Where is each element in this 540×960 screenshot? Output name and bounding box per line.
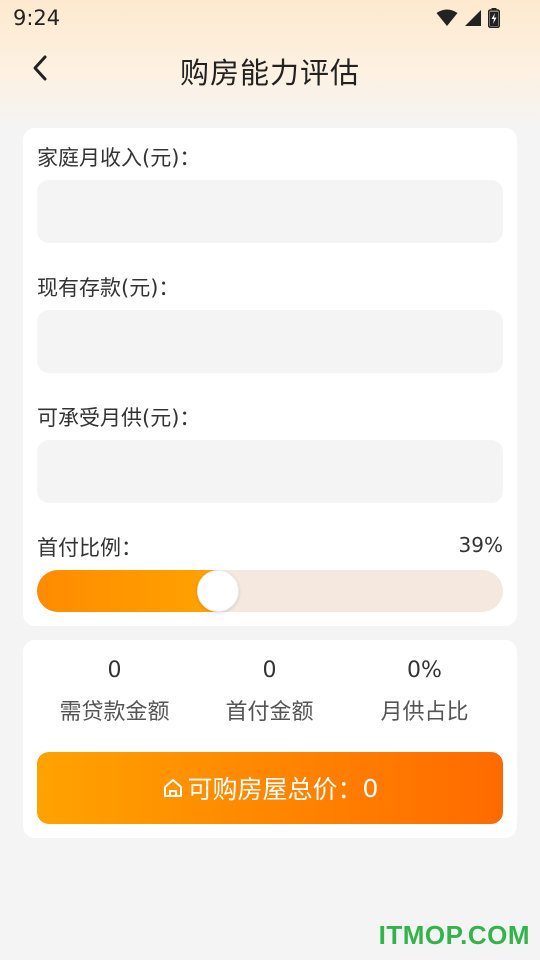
loan-amount-label: 需贷款金额: [59, 700, 170, 725]
watermark-logo: ITMOP.COM: [378, 920, 530, 950]
down-payment-ratio-label: 首付比例：: [37, 536, 142, 560]
down-payment-label: 首付金额: [225, 700, 314, 725]
income-label: 家庭月收入(元)：: [37, 146, 201, 170]
nav-bar: 购房能力评估: [0, 36, 540, 100]
page-title: 购房能力评估: [179, 56, 360, 90]
status-bar: 9:24: [0, 0, 540, 36]
down-payment-stat: 0 首付金额: [192, 656, 347, 726]
income-input[interactable]: [37, 180, 503, 243]
payment-ratio-value: 0%: [407, 658, 442, 683]
down-payment-value: 0: [262, 658, 277, 683]
total-price-button[interactable]: 可购房屋总价： 0: [37, 752, 503, 824]
total-price-value: 0: [362, 773, 379, 803]
loan-amount-stat: 0 需贷款金额: [37, 656, 192, 726]
down-payment-ratio-value: 39%: [458, 533, 503, 557]
savings-input[interactable]: [37, 310, 503, 373]
wifi-icon: [436, 9, 458, 26]
result-card: 0 需贷款金额 0 首付金额 0% 月供占比 可购房屋总价： 0: [23, 640, 517, 838]
monthly-payment-input[interactable]: [37, 440, 503, 503]
battery-charging-icon: [488, 8, 500, 28]
monthly-payment-label: 可承受月供(元)：: [37, 406, 201, 430]
house-icon: [162, 777, 184, 799]
payment-ratio-label: 月供占比: [380, 700, 469, 725]
loan-amount-value: 0: [107, 658, 122, 683]
signal-icon: [465, 10, 481, 26]
status-time: 9:24: [13, 6, 61, 30]
result-stats: 0 需贷款金额 0 首付金额 0% 月供占比: [23, 656, 517, 726]
savings-label: 现有存款(元)：: [37, 276, 180, 300]
total-price-label: 可购房屋总价：: [187, 775, 363, 804]
status-icons: [436, 8, 500, 28]
slider-fill: [37, 570, 218, 612]
payment-ratio-stat: 0% 月供占比: [347, 656, 502, 726]
assessment-form-card: 家庭月收入(元)： 现有存款(元)： 可承受月供(元)： 首付比例： 39%: [23, 128, 517, 626]
down-payment-ratio-slider[interactable]: [37, 570, 503, 612]
slider-thumb[interactable]: [197, 570, 239, 612]
